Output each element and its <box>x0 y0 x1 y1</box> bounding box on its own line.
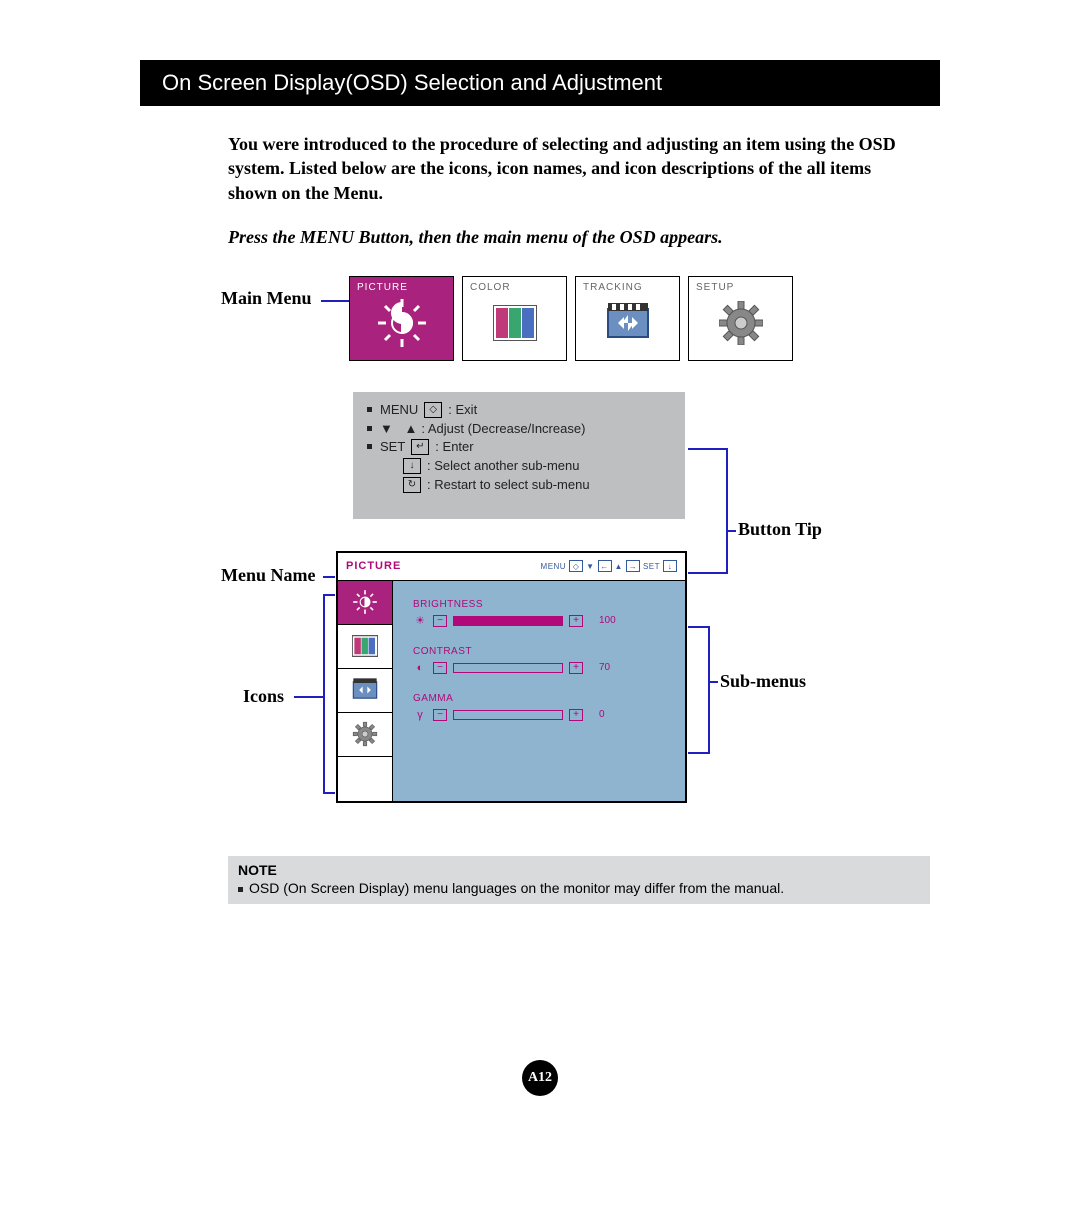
brightness-icon <box>351 588 379 616</box>
osd-icon-color[interactable] <box>338 625 392 669</box>
label-icons: Icons <box>243 686 284 707</box>
contrast-icon: ◐ <box>413 661 427 675</box>
note-box: NOTE OSD (On Screen Display) menu langua… <box>228 856 930 904</box>
setting-brightness: BRIGHTNESS ☀ − + 100 <box>413 599 673 628</box>
osd-menu-name: PICTURE <box>346 560 401 572</box>
menu-key-icon: ◇ <box>424 402 442 418</box>
main-menu-tabs: PICTURE <box>349 276 793 361</box>
gear-icon <box>719 301 763 345</box>
press-text: Press the MENU Button, then the main men… <box>228 227 940 248</box>
down-key-icon: ↓ <box>403 458 421 474</box>
tab-label: COLOR <box>470 282 511 293</box>
setting-value: 100 <box>599 615 623 626</box>
tab-label: TRACKING <box>583 282 643 293</box>
enter-key-icon: ↵ <box>411 439 429 455</box>
page-title: On Screen Display(OSD) Selection and Adj… <box>140 60 940 106</box>
osd-settings: BRIGHTNESS ☀ − + 100 CONTRAST ◐ <box>393 581 685 801</box>
setting-contrast: CONTRAST ◐ − + 70 <box>413 646 673 675</box>
osd-nav-hints: MENU◇ ▼← ▲→ SET↓ <box>541 560 677 572</box>
note-title: NOTE <box>238 862 920 878</box>
slider[interactable] <box>453 616 563 626</box>
plus-button[interactable]: + <box>569 709 583 721</box>
minus-button[interactable]: − <box>433 615 447 627</box>
tip-adjust: : Adjust (Decrease/Increase) <box>421 421 585 436</box>
tip-set-action: : Enter <box>435 439 473 454</box>
tip-set-label: SET <box>380 439 405 454</box>
down-key-icon: ↓ <box>663 560 677 572</box>
restart-key-icon: ↻ <box>403 477 421 493</box>
color-bars-icon <box>493 305 537 341</box>
down-arrow-icon: ▼ <box>380 421 393 436</box>
tracking-icon <box>351 678 379 702</box>
gamma-icon: γ <box>413 708 427 722</box>
button-tip-box: MENU ◇ : Exit ▼ ▲ : Adjust (Decrease/Inc… <box>353 392 685 519</box>
menu-key-icon: ◇ <box>569 560 583 572</box>
osd-icon-column <box>338 581 393 801</box>
tab-tracking[interactable]: TRACKING <box>575 276 680 361</box>
left-key-icon: ← <box>598 560 612 572</box>
label-main-menu: Main Menu <box>221 288 312 309</box>
note-text: OSD (On Screen Display) menu languages o… <box>249 880 784 896</box>
tab-label: PICTURE <box>357 282 408 293</box>
setting-name: BRIGHTNESS <box>413 599 673 610</box>
plus-button[interactable]: + <box>569 662 583 674</box>
label-menu-name: Menu Name <box>221 565 315 586</box>
slider[interactable] <box>453 710 563 720</box>
label-sub-menus: Sub-menus <box>720 671 806 692</box>
tip-menu-action: : Exit <box>448 402 477 417</box>
right-key-icon: → <box>626 560 640 572</box>
color-bars-icon <box>352 635 378 657</box>
tip-select: : Select another sub-menu <box>427 458 579 473</box>
label-button-tip: Button Tip <box>738 519 822 540</box>
osd-panel: PICTURE MENU◇ ▼← ▲→ SET↓ <box>336 551 687 803</box>
page-number: A12 <box>522 1060 558 1096</box>
slider[interactable] <box>453 663 563 673</box>
intro-text: You were introduced to the procedure of … <box>228 132 920 205</box>
tab-color[interactable]: COLOR <box>462 276 567 361</box>
tab-picture[interactable]: PICTURE <box>349 276 454 361</box>
gear-icon <box>352 721 378 747</box>
setting-value: 0 <box>599 709 623 720</box>
osd-icon-picture[interactable] <box>338 581 392 625</box>
tab-label: SETUP <box>696 282 734 293</box>
up-arrow-icon: ▲ <box>405 421 418 436</box>
setting-value: 70 <box>599 662 623 673</box>
minus-button[interactable]: − <box>433 709 447 721</box>
tab-setup[interactable]: SETUP <box>688 276 793 361</box>
tracking-icon <box>604 303 652 343</box>
osd-diagram: Main Menu Menu Name Icons Button Tip Sub… <box>228 276 940 836</box>
brightness-icon <box>376 297 428 349</box>
osd-icon-setup[interactable] <box>338 713 392 757</box>
setting-gamma: GAMMA γ − + 0 <box>413 693 673 722</box>
sun-icon: ☀ <box>413 614 427 628</box>
minus-button[interactable]: − <box>433 662 447 674</box>
plus-button[interactable]: + <box>569 615 583 627</box>
osd-icon-tracking[interactable] <box>338 669 392 713</box>
tip-restart: : Restart to select sub-menu <box>427 477 590 492</box>
setting-name: CONTRAST <box>413 646 673 657</box>
setting-name: GAMMA <box>413 693 673 704</box>
tip-menu-label: MENU <box>380 402 418 417</box>
